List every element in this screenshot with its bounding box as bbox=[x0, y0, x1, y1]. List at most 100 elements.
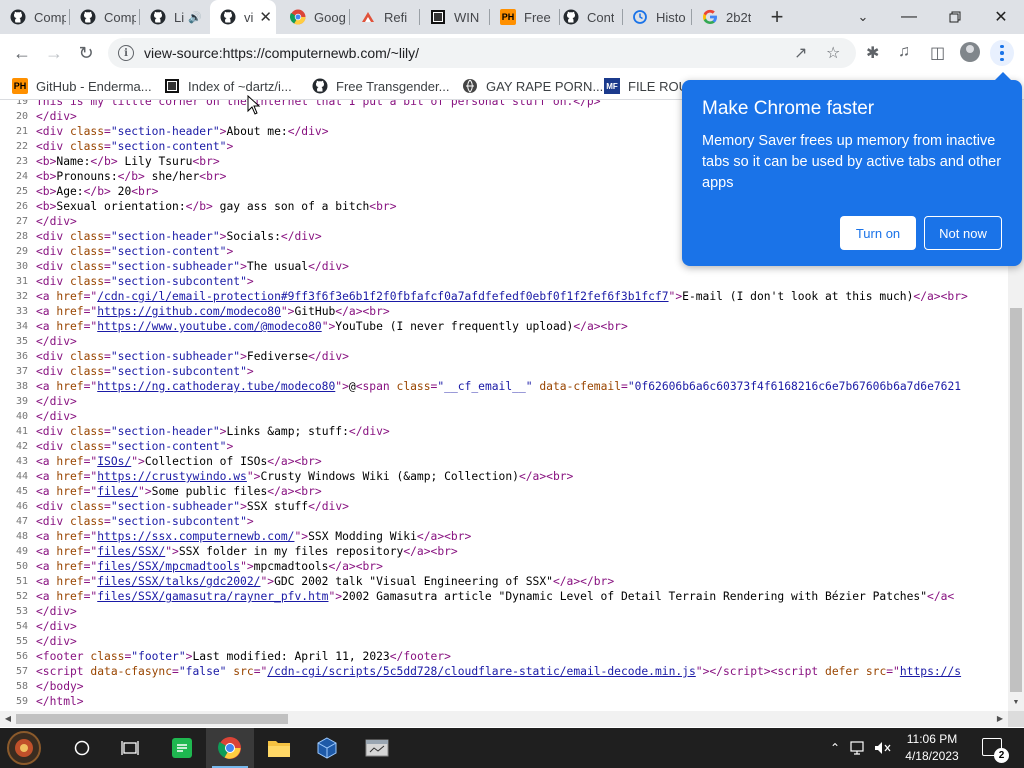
clock[interactable]: 11:06 PM 4/18/2023 bbox=[896, 731, 968, 765]
source-line: 33 <a href="https://github.com/modeco80">… bbox=[0, 304, 1008, 319]
popup-title: Make Chrome faster bbox=[702, 98, 875, 119]
bookmark-item[interactable]: GAY RAPE PORN... bbox=[462, 76, 603, 96]
reload-button[interactable]: ↻ bbox=[72, 39, 100, 67]
source-link[interactable]: files/SSX/talks/gdc2002/ bbox=[97, 575, 260, 588]
share-icon[interactable]: ↗ bbox=[794, 43, 807, 63]
taskbar-app-explorer[interactable] bbox=[255, 728, 303, 768]
scroll-down-icon[interactable]: ▼ bbox=[1008, 697, 1024, 709]
line-number: 24 bbox=[15, 171, 28, 182]
tab-11[interactable]: 2b2t bbox=[692, 0, 754, 34]
start-button[interactable] bbox=[0, 728, 48, 768]
bookmark-item[interactable]: PH GitHub - Enderma... bbox=[12, 76, 152, 96]
tab-1[interactable]: Comp bbox=[0, 0, 66, 34]
bookmark-item[interactable]: MF FILE ROU bbox=[604, 76, 688, 96]
tab-9[interactable]: Cont bbox=[553, 0, 619, 34]
back-button[interactable]: ← bbox=[8, 39, 36, 67]
volume-muted-icon[interactable] bbox=[874, 741, 892, 755]
tray-expand-icon[interactable]: ⌃ bbox=[830, 741, 840, 755]
address-bar[interactable]: i view-source:https://computernewb.com/~… bbox=[108, 38, 856, 68]
line-number: 31 bbox=[15, 276, 28, 287]
not-now-button[interactable]: Not now bbox=[924, 216, 1002, 250]
source-line: 49 <a href="files/SSX/">SSX folder in my … bbox=[0, 544, 1008, 559]
github-icon bbox=[80, 9, 96, 25]
source-link[interactable]: https://ssx.computernewb.com/ bbox=[97, 530, 294, 543]
turn-on-button[interactable]: Turn on bbox=[840, 216, 916, 250]
new-tab-button[interactable]: + bbox=[763, 4, 791, 30]
bookmark-star-icon[interactable]: ☆ bbox=[826, 43, 840, 63]
bookmark-item[interactable]: Free Transgender... bbox=[312, 76, 449, 96]
taskbar-app-tool[interactable] bbox=[353, 728, 401, 768]
chrome-menu-button[interactable] bbox=[990, 40, 1014, 66]
source-link[interactable]: files/ bbox=[97, 485, 138, 498]
line-code: <a href="files/">Some public files</a><b… bbox=[36, 485, 322, 498]
restore-button[interactable] bbox=[932, 0, 978, 34]
source-link[interactable]: /cdn-cgi/l/email-protection#9ff3f6f3e6b1… bbox=[97, 290, 668, 303]
tab-10[interactable]: Histo bbox=[622, 0, 688, 34]
network-icon[interactable] bbox=[850, 741, 868, 755]
minimize-button[interactable]: — bbox=[886, 0, 932, 34]
extensions-icon[interactable]: ✱ bbox=[866, 43, 879, 63]
source-line: 54 </div> bbox=[0, 619, 1008, 634]
line-number: 23 bbox=[15, 156, 28, 167]
line-number: 36 bbox=[15, 351, 28, 362]
line-code: <a href="https://github.com/modeco80">Gi… bbox=[36, 305, 390, 318]
task-view-icon bbox=[121, 741, 139, 755]
window-app-icon bbox=[365, 739, 389, 757]
source-link[interactable]: https://www.youtube.com/@modeco80 bbox=[97, 320, 321, 333]
source-link[interactable]: https://s bbox=[900, 665, 961, 678]
url-text[interactable]: view-source:https://computernewb.com/~li… bbox=[144, 45, 419, 61]
back-icon: ← bbox=[13, 42, 31, 63]
source-line: 56 <footer class="footer">Last modified: … bbox=[0, 649, 1008, 664]
profile-avatar[interactable] bbox=[960, 42, 980, 62]
source-link[interactable]: https://github.com/modeco80 bbox=[97, 305, 281, 318]
line-number: 50 bbox=[15, 561, 28, 572]
source-link[interactable]: https://crustywindo.ws bbox=[97, 470, 247, 483]
media-control-icon[interactable]: ♫ bbox=[898, 43, 910, 61]
taskbar-app-sway[interactable] bbox=[158, 728, 206, 768]
scroll-right-icon[interactable]: ▶ bbox=[994, 713, 1006, 725]
vertical-scroll-thumb[interactable] bbox=[1010, 308, 1022, 692]
tab-8[interactable]: PH Free bbox=[490, 0, 556, 34]
task-view-button[interactable] bbox=[106, 728, 154, 768]
taskbar-app-virtualbox[interactable] bbox=[303, 728, 351, 768]
source-link[interactable]: ISOs/ bbox=[97, 455, 131, 468]
tab-7[interactable]: WIN bbox=[420, 0, 486, 34]
scroll-left-icon[interactable]: ◀ bbox=[2, 713, 14, 725]
horizontal-scrollbar[interactable]: ◀ ▶ bbox=[0, 711, 1008, 727]
tab-2[interactable]: Comp bbox=[70, 0, 136, 34]
line-number: 45 bbox=[15, 486, 28, 497]
line-code: <a href="files/SSX/gamasutra/rayner_pfv.… bbox=[36, 590, 955, 603]
line-code: <div class="section-subcontent"> bbox=[36, 275, 254, 288]
close-tab-icon[interactable]: ✕ bbox=[259, 8, 272, 26]
bookmark-label: GAY RAPE PORN... bbox=[486, 78, 604, 94]
source-link[interactable]: files/SSX/ bbox=[97, 545, 165, 558]
source-link[interactable]: files/SSX/gamasutra/rayner_pfv.htm bbox=[97, 590, 328, 603]
horizontal-scroll-thumb[interactable] bbox=[16, 714, 288, 724]
bookmark-label: Index of ~dartz/i... bbox=[188, 78, 292, 94]
clock-date: 4/18/2023 bbox=[905, 749, 959, 763]
audio-playing-icon[interactable]: 🔊 bbox=[188, 11, 202, 24]
tab-3[interactable]: Li 🔊 bbox=[140, 0, 206, 34]
source-link[interactable]: files/SSX/mpcmadtools bbox=[97, 560, 240, 573]
tab-5[interactable]: Goog bbox=[280, 0, 346, 34]
line-number: 43 bbox=[15, 456, 28, 467]
bookmark-item[interactable]: Index of ~dartz/i... bbox=[164, 76, 292, 96]
taskbar-app-chrome[interactable] bbox=[206, 728, 254, 768]
source-link[interactable]: /cdn-cgi/scripts/5c5dd728/cloudflare-sta… bbox=[267, 665, 695, 678]
scrollbar-corner bbox=[1008, 711, 1024, 727]
tab-4[interactable]: vi ✕ bbox=[210, 0, 276, 34]
site-info-icon[interactable]: i bbox=[118, 45, 134, 61]
tab-search-button[interactable]: ⌄ bbox=[850, 4, 876, 30]
search-button[interactable] bbox=[58, 728, 106, 768]
tab-6[interactable]: Refi bbox=[350, 0, 416, 34]
github-icon bbox=[10, 9, 26, 25]
close-window-button[interactable]: ✕ bbox=[978, 0, 1024, 34]
side-panel-icon[interactable]: ◫ bbox=[930, 43, 945, 63]
line-number: 52 bbox=[15, 591, 28, 602]
source-line: 48 <a href="https://ssx.computernewb.com/… bbox=[0, 529, 1008, 544]
notification-center-icon[interactable]: 2 bbox=[982, 738, 1009, 763]
forward-button[interactable]: → bbox=[40, 39, 68, 67]
tab-title: Comp bbox=[34, 9, 66, 25]
github-icon bbox=[150, 9, 166, 25]
source-link[interactable]: https://ng.cathoderay.tube/modeco80 bbox=[97, 380, 335, 393]
